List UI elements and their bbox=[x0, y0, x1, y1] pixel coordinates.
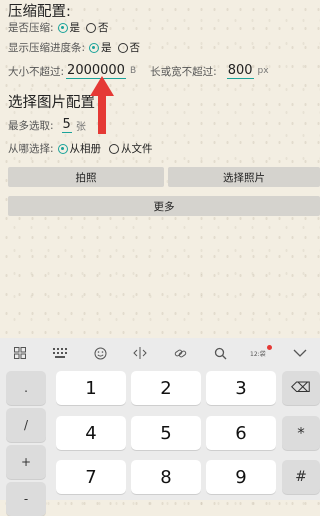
search-icon[interactable] bbox=[200, 338, 240, 368]
max-count-label: 最多选取: bbox=[8, 119, 54, 132]
key-asterisk[interactable]: * bbox=[282, 416, 320, 450]
red-arrow-icon bbox=[90, 76, 114, 134]
take-photo-button[interactable]: 拍照 bbox=[8, 167, 164, 187]
keyboard-toolbar: 12:袋 bbox=[0, 338, 320, 368]
link-icon[interactable] bbox=[160, 338, 200, 368]
key-hash[interactable]: # bbox=[282, 460, 320, 494]
compress-yes-label[interactable]: 是 bbox=[70, 20, 81, 35]
progress-no-radio[interactable] bbox=[117, 42, 128, 53]
key-plus[interactable]: + bbox=[6, 445, 46, 479]
keyboard-icon[interactable] bbox=[40, 338, 80, 368]
progress-no-label[interactable]: 否 bbox=[130, 40, 141, 55]
key-4[interactable]: 4 bbox=[56, 416, 126, 450]
key-dot[interactable]: . bbox=[6, 371, 46, 405]
source-album-radio[interactable] bbox=[57, 143, 68, 154]
is-compress-label: 是否压缩: bbox=[8, 22, 54, 34]
max-size-unit: B bbox=[129, 66, 137, 76]
choose-photo-button[interactable]: 选择照片 bbox=[168, 167, 320, 187]
cursor-move-icon[interactable] bbox=[120, 338, 160, 368]
more-button[interactable]: 更多 bbox=[8, 196, 320, 216]
key-7[interactable]: 7 bbox=[56, 460, 126, 494]
progress-yes-radio[interactable] bbox=[89, 42, 100, 53]
key-1[interactable]: 1 bbox=[56, 371, 126, 405]
max-dim-label: 长或宽不超过: bbox=[150, 65, 217, 78]
compress-no-radio[interactable] bbox=[86, 22, 97, 33]
key-9[interactable]: 9 bbox=[206, 460, 276, 494]
numeric-keyboard: 12:袋 . / + - 1 2 3 4 5 6 7 8 9 ⌫ * # bbox=[0, 338, 320, 516]
source-album-label[interactable]: 从相册 bbox=[70, 141, 102, 156]
max-dim-unit: px bbox=[257, 66, 269, 76]
key-slash[interactable]: / bbox=[6, 408, 46, 442]
emoji-icon[interactable] bbox=[80, 338, 120, 368]
max-count-unit: 张 bbox=[75, 121, 86, 133]
key-6[interactable]: 6 bbox=[206, 416, 276, 450]
key-3[interactable]: 3 bbox=[206, 371, 276, 405]
settings-page: 压缩配置: 是否压缩: 是 否 显示压缩进度条: 是 否 大小不超过: 2000… bbox=[0, 0, 320, 338]
key-minus[interactable]: - bbox=[6, 482, 46, 516]
max-dim-input[interactable]: 800 bbox=[226, 63, 254, 79]
compress-yes-radio[interactable] bbox=[57, 22, 68, 33]
select-config-title: 选择图片配置 bbox=[8, 95, 95, 111]
compress-toggle-row: 是否压缩: 是 否 bbox=[8, 20, 111, 35]
clipboard-badge: 12:袋 bbox=[250, 351, 266, 358]
size-limit-row: 大小不超过: 2000000 B 长或宽不超过: 800 px bbox=[8, 63, 269, 79]
compress-no-label[interactable]: 否 bbox=[98, 20, 109, 35]
collapse-icon[interactable] bbox=[280, 338, 320, 368]
max-count-row: 最多选取: 5 张 bbox=[8, 117, 86, 133]
key-2[interactable]: 2 bbox=[131, 371, 201, 405]
backspace-key[interactable]: ⌫ bbox=[282, 371, 320, 405]
key-5[interactable]: 5 bbox=[131, 416, 201, 450]
progress-toggle-row: 显示压缩进度条: 是 否 bbox=[8, 40, 142, 55]
max-count-input[interactable]: 5 bbox=[61, 117, 72, 133]
source-file-radio[interactable] bbox=[109, 143, 120, 154]
progress-yes-label[interactable]: 是 bbox=[101, 40, 112, 55]
max-size-label: 大小不超过: bbox=[8, 65, 65, 78]
notification-dot bbox=[267, 345, 272, 350]
compress-config-title: 压缩配置: bbox=[8, 4, 71, 20]
source-label: 从哪选择: bbox=[8, 143, 54, 155]
key-8[interactable]: 8 bbox=[131, 460, 201, 494]
source-file-label[interactable]: 从文件 bbox=[121, 141, 153, 156]
source-row: 从哪选择: 从相册 从文件 bbox=[8, 141, 155, 156]
clipboard-icon[interactable]: 12:袋 bbox=[240, 338, 280, 368]
grid-icon[interactable] bbox=[0, 338, 40, 368]
show-progress-label: 显示压缩进度条: bbox=[8, 42, 86, 54]
